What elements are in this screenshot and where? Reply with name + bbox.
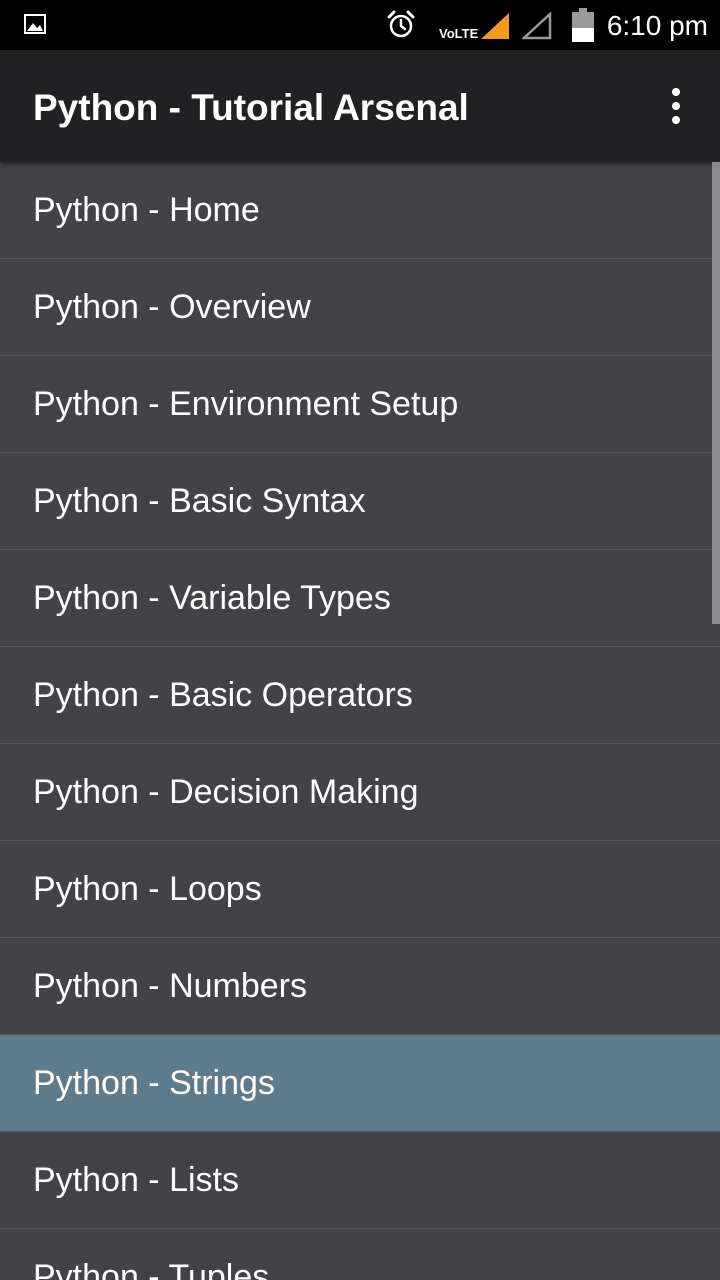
list-item[interactable]: Python - Basic Operators: [0, 647, 720, 744]
list-item-label: Python - Environment Setup: [33, 385, 459, 423]
list-item[interactable]: Python - Basic Syntax: [0, 453, 720, 550]
list-item-label: Python - Tuples: [33, 1258, 270, 1280]
list-item[interactable]: Python - Overview: [0, 259, 720, 356]
battery-icon: [572, 8, 594, 42]
list-item-label: Python - Home: [33, 191, 260, 229]
list-item[interactable]: Python - Loops: [0, 841, 720, 938]
list-item-label: Python - Basic Syntax: [33, 482, 366, 520]
list-item[interactable]: Python - Variable Types: [0, 550, 720, 647]
overflow-menu-button[interactable]: [656, 80, 696, 132]
overflow-menu-icon: [672, 116, 680, 124]
list-item[interactable]: Python - Lists: [0, 1132, 720, 1229]
list-item[interactable]: Python - Tuples: [0, 1229, 720, 1280]
list-item-label: Python - Basic Operators: [33, 676, 413, 714]
list-item-label: Python - Loops: [33, 870, 262, 908]
list-item-label: Python - Overview: [33, 288, 311, 326]
topic-list: Python - Home Python - Overview Python -…: [0, 162, 720, 1280]
clock-time: 6:10 pm: [606, 10, 708, 41]
list-item-label: Python - Decision Making: [33, 773, 419, 811]
scrollbar[interactable]: [712, 162, 720, 624]
app-bar: Python - Tutorial Arsenal: [0, 50, 720, 162]
list-item-label: Python - Numbers: [33, 967, 307, 1005]
list-item-label: Python - Lists: [33, 1161, 239, 1199]
list-item[interactable]: Python - Strings: [0, 1035, 720, 1132]
gallery-icon: [24, 14, 46, 34]
overflow-menu-icon: [672, 88, 680, 96]
volte-label: VoLTE: [439, 26, 479, 41]
alarm-icon: [387, 10, 415, 38]
list-item[interactable]: Python - Decision Making: [0, 744, 720, 841]
overflow-menu-icon: [672, 102, 680, 110]
list-item[interactable]: Python - Numbers: [0, 938, 720, 1035]
app-title: Python - Tutorial Arsenal: [33, 87, 469, 128]
list-item-label: Python - Variable Types: [33, 579, 391, 617]
list-item-label: Python - Strings: [33, 1064, 275, 1102]
list-item[interactable]: Python - Home: [0, 162, 720, 259]
signal-empty-icon: [522, 12, 552, 40]
screen: VoLTE 6:10 pm Python - Tutorial Arsenal …: [0, 0, 720, 1280]
signal-icon: [481, 13, 509, 39]
list-item[interactable]: Python - Environment Setup: [0, 356, 720, 453]
status-bar: VoLTE 6:10 pm: [0, 0, 720, 50]
